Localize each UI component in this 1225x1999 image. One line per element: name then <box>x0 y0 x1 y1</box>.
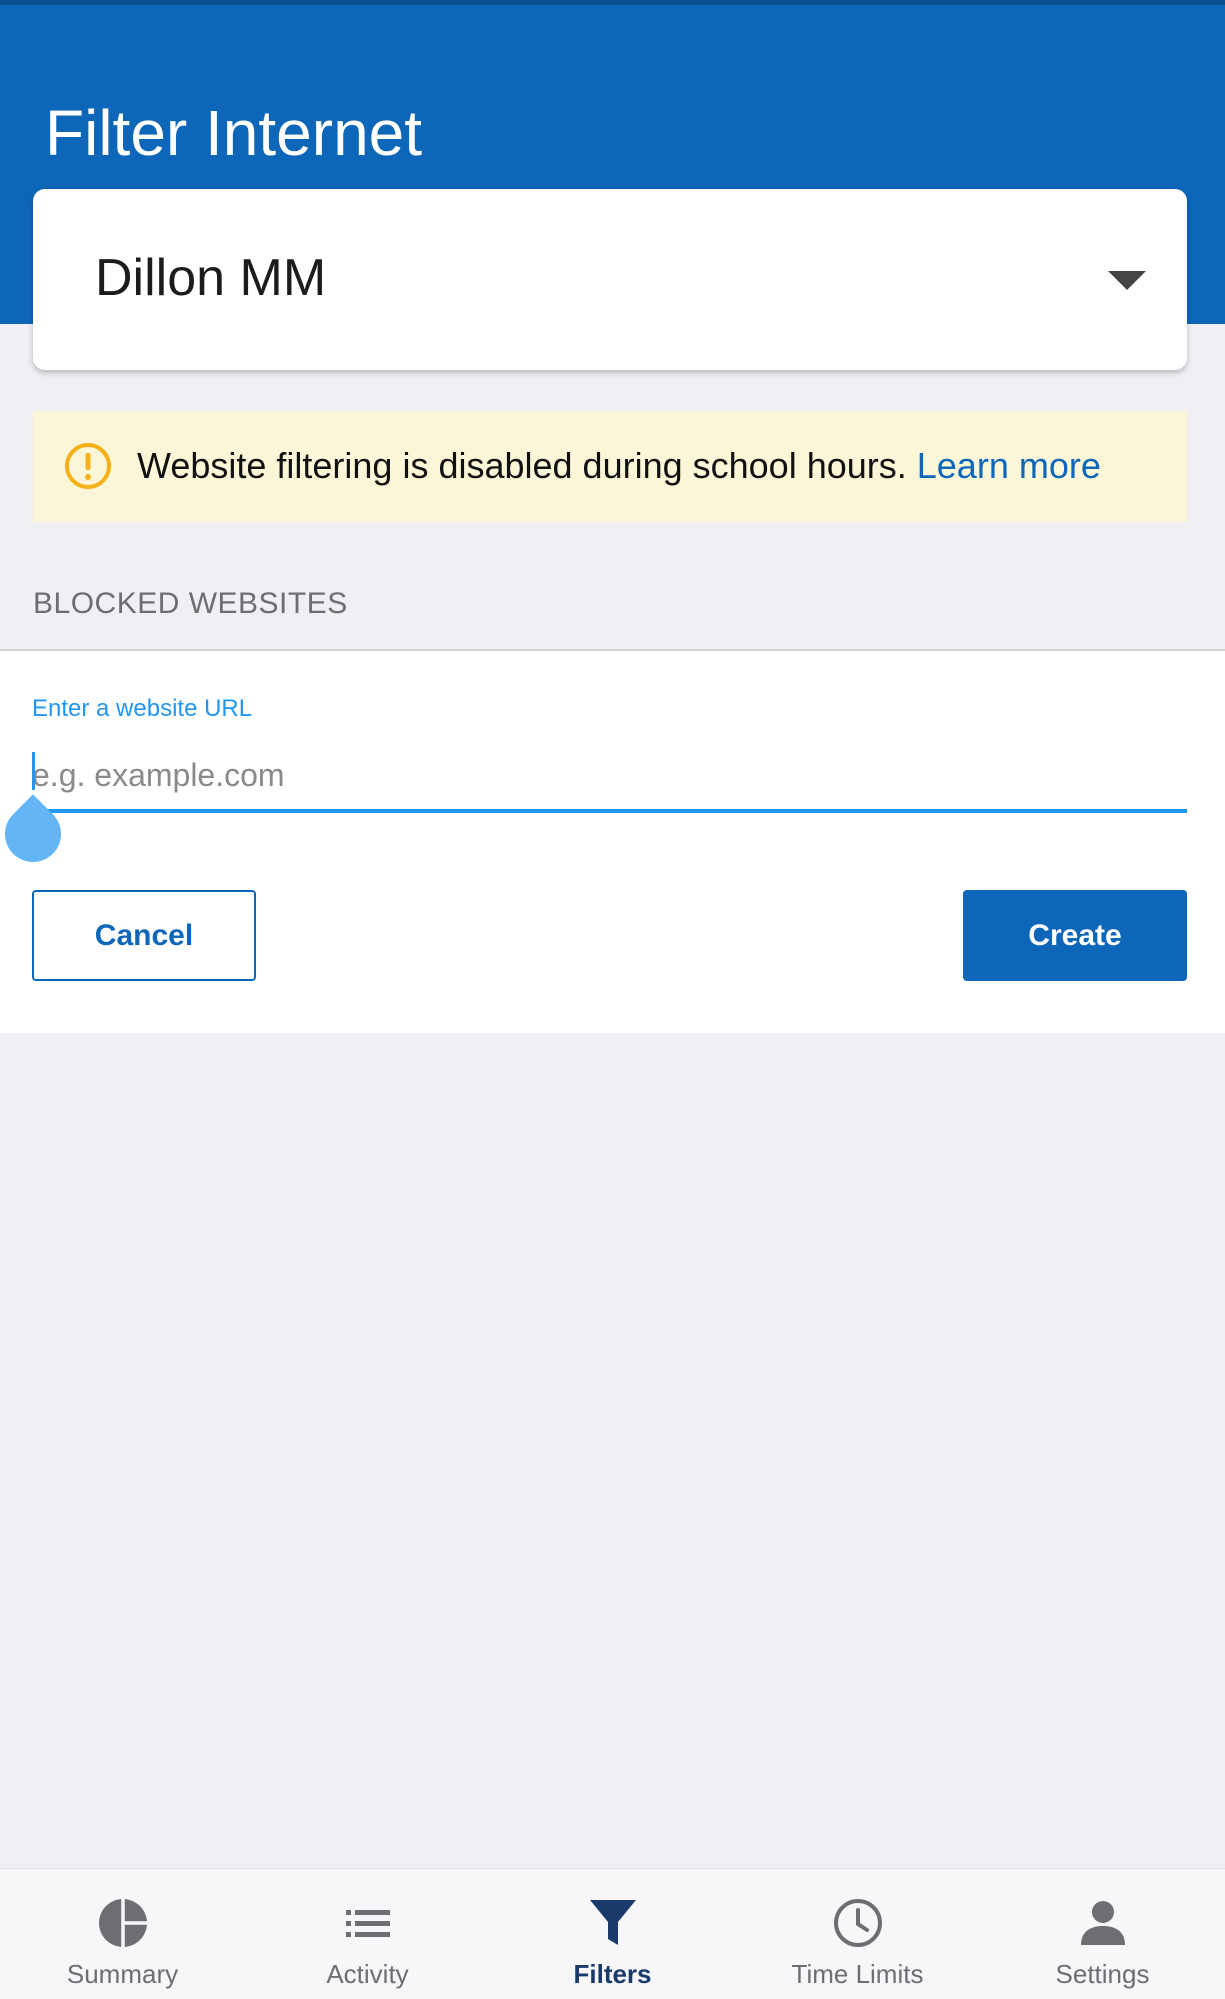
notice-message: Website filtering is disabled during sch… <box>137 445 907 486</box>
nav-label-activity: Activity <box>326 1959 409 1989</box>
url-field-label: Enter a website URL <box>32 695 253 722</box>
input-underline <box>32 809 1187 813</box>
website-url-input[interactable] <box>32 747 1187 803</box>
text-selection-handle[interactable] <box>0 794 73 874</box>
person-icon <box>1080 1901 1125 1945</box>
learn-more-link[interactable]: Learn more <box>917 445 1101 486</box>
school-hours-notice: Website filtering is disabled during sch… <box>33 411 1187 522</box>
nav-item-activity[interactable]: Activity <box>245 1869 490 1999</box>
bottom-navigation: Summary Activity Filters Time Limits Set… <box>0 1868 1225 1999</box>
create-button[interactable]: Create <box>963 890 1187 981</box>
funnel-icon <box>589 1900 636 1945</box>
nav-label-time-limits: Time Limits <box>791 1959 924 1989</box>
nav-item-time-limits[interactable]: Time Limits <box>735 1869 980 1999</box>
nav-label-filters: Filters <box>573 1959 652 1989</box>
selected-child-name: Dillon MM <box>95 249 327 307</box>
blocked-websites-heading: BLOCKED WEBSITES <box>33 587 348 620</box>
nav-label-settings: Settings <box>1055 1959 1150 1989</box>
child-selector-dropdown[interactable]: Dillon MM <box>33 189 1187 370</box>
pie-chart-icon <box>98 1899 147 1947</box>
text-cursor <box>32 752 35 790</box>
clock-icon <box>833 1899 882 1947</box>
cancel-button[interactable]: Cancel <box>32 890 256 981</box>
nav-label-summary: Summary <box>66 1959 179 1989</box>
warning-icon <box>65 443 111 489</box>
list-icon <box>345 1910 390 1937</box>
caret-down-icon <box>1108 271 1146 290</box>
nav-item-settings[interactable]: Settings <box>980 1869 1225 1999</box>
add-website-form: Enter a website URL Cancel Create <box>0 649 1225 1033</box>
page-title: Filter Internet <box>45 97 423 169</box>
nav-item-filters[interactable]: Filters <box>490 1869 735 1999</box>
notice-text: Website filtering is disabled during sch… <box>137 443 1101 489</box>
nav-item-summary[interactable]: Summary <box>0 1869 245 1999</box>
